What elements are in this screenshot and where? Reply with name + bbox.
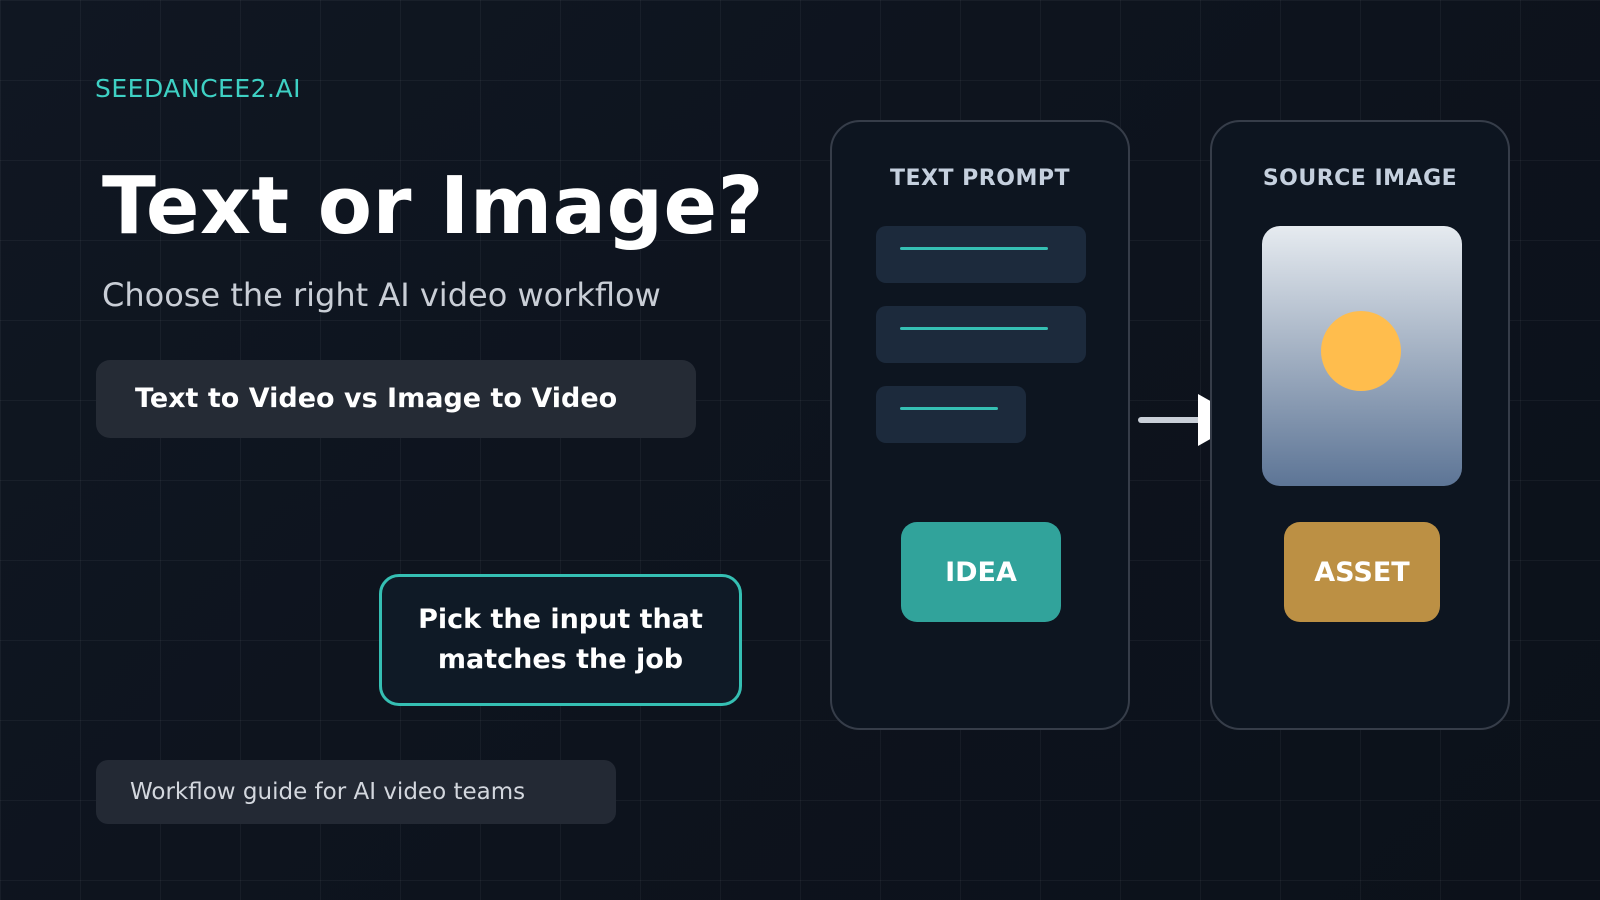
callout-box: Pick the input that matches the job — [379, 574, 742, 706]
image-thumbnail — [1262, 226, 1462, 486]
idea-tag: IDEA — [901, 522, 1061, 622]
prompt-line-placeholder — [876, 386, 1026, 443]
prompt-line-placeholder — [876, 306, 1086, 363]
prompt-line-bar — [900, 247, 1048, 250]
prompt-line-placeholder — [876, 226, 1086, 283]
prompt-line-bar — [900, 327, 1048, 330]
source-image-card-title: SOURCE IMAGE — [1262, 166, 1458, 191]
page-headline: Text or Image? — [102, 160, 764, 252]
footer-label-pill: Workflow guide for AI video teams — [96, 760, 616, 824]
text-prompt-card-title: TEXT PROMPT — [890, 166, 1070, 191]
prompt-line-bar — [900, 407, 998, 410]
asset-tag: ASSET — [1284, 522, 1440, 622]
sun-icon — [1321, 311, 1401, 391]
arrow-shaft — [1138, 417, 1204, 423]
callout-line-2: matches the job — [437, 644, 684, 675]
callout-text: Pick the input that matches the job — [418, 600, 703, 680]
page-subheadline: Choose the right AI video workflow — [102, 276, 661, 314]
text-prompt-card: TEXT PROMPT IDEA — [830, 120, 1130, 730]
callout-line-1: Pick the input that — [418, 604, 703, 635]
comparison-label-pill: Text to Video vs Image to Video — [96, 360, 696, 438]
source-image-card: SOURCE IMAGE ASSET — [1210, 120, 1510, 730]
brand-logo-text: SEEDANCEE2.AI — [95, 74, 301, 103]
